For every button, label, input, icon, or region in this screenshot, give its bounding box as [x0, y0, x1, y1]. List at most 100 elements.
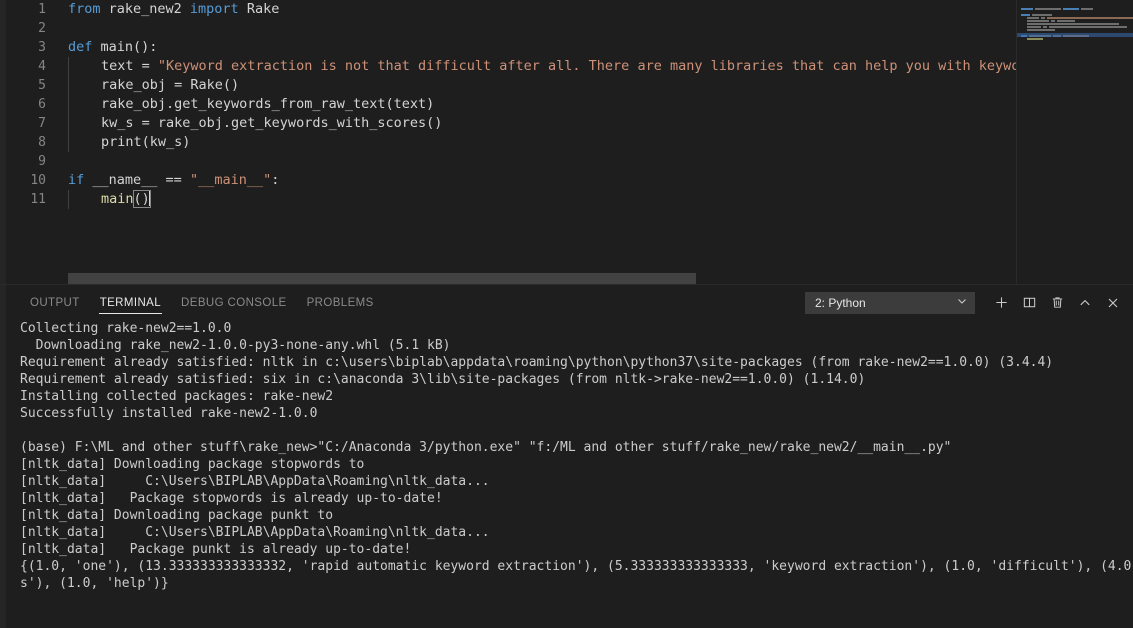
- token-string: "Keyword extraction is not that difficul…: [157, 58, 1017, 74]
- minimap-line: [1027, 38, 1133, 41]
- terminal-line: Downloading rake_new2-1.0.0-py3-none-any…: [20, 338, 451, 353]
- bottom-panel: OUTPUT TERMINAL DEBUG CONSOLE PROBLEMS 2…: [0, 285, 1133, 628]
- maximize-panel-button[interactable]: [1071, 289, 1099, 317]
- terminal-prompt-line: (base) F:\ML and other stuff\rake_new>"C…: [20, 440, 952, 455]
- token-keyword: if: [68, 172, 85, 188]
- tab-output[interactable]: OUTPUT: [20, 285, 90, 320]
- editor-horizontal-scrollbar-track[interactable]: [6, 272, 1017, 284]
- token-function-call: main: [101, 191, 134, 207]
- chevron-up-icon: [1078, 296, 1092, 310]
- terminal-select-value: 2: Python: [815, 295, 866, 310]
- code-line[interactable]: 4 text = "Keyword extraction is not that…: [6, 57, 1017, 76]
- token-keyword: from: [68, 1, 101, 17]
- code-line[interactable]: 8 print(kw_s): [6, 133, 1017, 152]
- tab-debug-console[interactable]: DEBUG CONSOLE: [171, 285, 297, 320]
- terminal-line: Collecting rake-new2==1.0.0: [20, 321, 232, 336]
- indent-guide: [68, 57, 69, 76]
- line-number: 9: [38, 154, 46, 169]
- tab-problems[interactable]: PROBLEMS: [297, 285, 384, 320]
- terminal-output[interactable]: Collecting rake-new2==1.0.0 Downloading …: [6, 320, 1133, 628]
- plus-icon: [994, 295, 1009, 310]
- code-line-text: if __name__ == "__main__":: [68, 171, 279, 190]
- code-line-active[interactable]: 11 main(): [6, 190, 1017, 209]
- terminal-line: [nltk_data] Downloading package stopword…: [20, 457, 365, 472]
- token-function-name: main: [92, 39, 134, 55]
- code-line-text: print(kw_s): [101, 134, 191, 150]
- indent-guide: [68, 114, 69, 133]
- vscode-window: 1 from rake_new2 import Rake 2 3 def mai…: [0, 0, 1133, 628]
- panel-tab-list: OUTPUT TERMINAL DEBUG CONSOLE PROBLEMS: [6, 285, 384, 320]
- line-number: 7: [38, 116, 46, 131]
- code-line-text: kw_s = rake_obj.get_keywords_with_scores…: [101, 115, 443, 131]
- token-operator: =: [133, 58, 158, 74]
- code-line[interactable]: 3 def main():: [6, 38, 1017, 57]
- terminal-result-line: s'), (1.0, 'help')}: [20, 576, 169, 591]
- code-line[interactable]: 5 rake_obj = Rake(): [6, 76, 1017, 95]
- code-lines-container[interactable]: 1 from rake_new2 import Rake 2 3 def mai…: [6, 0, 1017, 270]
- code-line[interactable]: 1 from rake_new2 import Rake: [6, 0, 1017, 19]
- token-dunder-name: __name__: [84, 172, 166, 188]
- indent-guide: [68, 190, 69, 209]
- terminal-line: [nltk_data] C:\Users\BIPLAB\AppData\Roam…: [20, 525, 490, 540]
- minimap[interactable]: [1016, 0, 1133, 285]
- terminal-line: [nltk_data] Package stopwords is already…: [20, 491, 443, 506]
- token-variable: text: [101, 58, 134, 74]
- trash-icon: [1050, 295, 1065, 310]
- code-line-text: def main():: [68, 38, 157, 57]
- code-line[interactable]: 6 rake_obj.get_keywords_from_raw_text(te…: [6, 95, 1017, 114]
- close-panel-button[interactable]: [1099, 289, 1127, 317]
- split-icon: [1022, 295, 1037, 310]
- code-line-text: rake_obj = Rake(): [101, 77, 240, 93]
- code-line[interactable]: 2: [6, 19, 1017, 38]
- line-number: 2: [38, 21, 46, 36]
- token-bracket-pair-highlight: (): [132, 190, 151, 208]
- terminal-line: Requirement already satisfied: six in c:…: [20, 372, 866, 387]
- code-line[interactable]: 9: [6, 152, 1017, 171]
- token-module: rake_new2: [100, 1, 190, 17]
- token-keyword: import: [189, 1, 239, 17]
- indent-guide: [68, 95, 69, 114]
- close-icon: [1106, 296, 1120, 310]
- token-keyword: def: [68, 39, 93, 55]
- terminal-line: [nltk_data] Downloading package punkt to: [20, 508, 334, 523]
- code-line-text: rake_obj.get_keywords_from_raw_text(text…: [101, 96, 435, 112]
- token-punct: ():: [133, 39, 158, 55]
- chevron-down-icon: [956, 295, 968, 310]
- token-operator: ==: [165, 172, 190, 188]
- split-terminal-button[interactable]: [1015, 289, 1043, 317]
- token-name: Rake: [238, 1, 280, 17]
- token-string: "__main__": [189, 172, 272, 188]
- line-number: 11: [30, 192, 46, 207]
- line-number: 1: [38, 2, 46, 17]
- minimap-current-line-highlight: [1017, 33, 1133, 37]
- line-number: 5: [38, 78, 46, 93]
- terminal-line: [nltk_data] Package punkt is already up-…: [20, 542, 412, 557]
- kill-terminal-button[interactable]: [1043, 289, 1071, 317]
- code-line-text: text = "Keyword extraction is not that d…: [101, 57, 1017, 76]
- indent-guide: [68, 76, 69, 95]
- line-number: 3: [38, 40, 46, 55]
- indent-guide: [68, 133, 69, 152]
- token-punct: :: [271, 172, 280, 188]
- line-number: 10: [30, 173, 46, 188]
- terminal-line: Requirement already satisfied: nltk in c…: [20, 355, 1054, 370]
- terminal-line: Installing collected packages: rake-new2: [20, 389, 334, 404]
- terminal-line: [nltk_data] C:\Users\BIPLAB\AppData\Roam…: [20, 474, 490, 489]
- new-terminal-button[interactable]: [987, 289, 1015, 317]
- code-line[interactable]: 7 kw_s = rake_obj.get_keywords_with_scor…: [6, 114, 1017, 133]
- tab-terminal[interactable]: TERMINAL: [90, 285, 171, 320]
- terminal-instance-select[interactable]: 2: Python: [805, 291, 975, 314]
- code-line[interactable]: 10 if __name__ == "__main__":: [6, 171, 1017, 190]
- terminal-result-line: {(1.0, 'one'), (13.333333333333332, 'rap…: [20, 559, 1133, 574]
- code-line-text: main(): [101, 190, 151, 209]
- editor-horizontal-scrollbar-thumb[interactable]: [68, 273, 696, 284]
- code-line-text: from rake_new2 import Rake: [68, 0, 279, 19]
- code-editor[interactable]: 1 from rake_new2 import Rake 2 3 def mai…: [0, 0, 1133, 285]
- line-number: 8: [38, 135, 46, 150]
- minimap-slider[interactable]: [1017, 0, 1133, 285]
- line-number: 6: [38, 97, 46, 112]
- panel-header: OUTPUT TERMINAL DEBUG CONSOLE PROBLEMS 2…: [6, 285, 1133, 320]
- panel-actions: 2: Python: [805, 285, 1127, 320]
- terminal-line: Successfully installed rake-new2-1.0.0: [20, 406, 318, 421]
- text-cursor: [148, 190, 150, 206]
